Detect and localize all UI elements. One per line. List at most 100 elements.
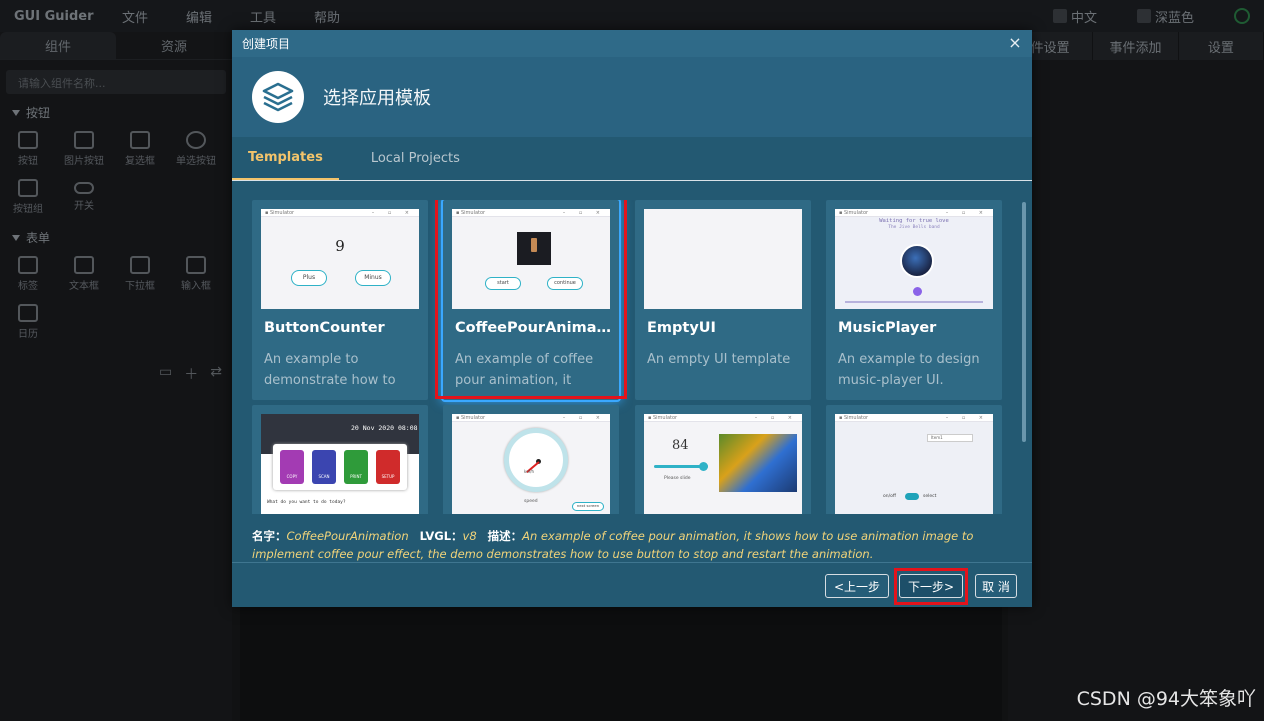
widget-label-text: 文本框 bbox=[69, 281, 99, 292]
widget-calendar[interactable]: 日历 bbox=[0, 298, 56, 346]
template-name: MusicPlayer bbox=[838, 320, 937, 336]
widget-radio[interactable]: 单选按钮 bbox=[168, 125, 224, 173]
theme-switch[interactable]: 深蓝色 bbox=[1136, 7, 1194, 26]
radio-icon bbox=[186, 131, 206, 149]
group-title-label: 按钮 bbox=[26, 106, 51, 120]
gauge-unit: km/h bbox=[524, 469, 535, 474]
tile-print: PRINT bbox=[344, 450, 368, 484]
group-buttons[interactable]: 按钮 bbox=[12, 104, 232, 121]
prev-button[interactable]: <上一步 bbox=[825, 574, 889, 598]
language-icon bbox=[1052, 9, 1067, 23]
widget-label[interactable]: 标签 bbox=[0, 250, 56, 298]
template-grid: ▪ Simulator – ▫ × 9 Plus Minus ButtonCoun… bbox=[244, 200, 1020, 514]
input-icon bbox=[186, 256, 206, 274]
slider-caption: Please slide bbox=[664, 476, 691, 481]
menu-edit[interactable]: 编辑 bbox=[186, 7, 212, 26]
label-icon bbox=[18, 256, 38, 274]
slider-knob bbox=[699, 462, 708, 471]
template-card-emptyui[interactable]: EmptyUI An empty UI template bbox=[635, 200, 811, 400]
name-label: 名字： bbox=[252, 529, 287, 543]
template-card-slider[interactable]: ▪ Simulator – ▫ × 84 Please slide bbox=[635, 405, 811, 514]
template-card-printer[interactable]: 20 Nov 2020 08:08 COPY SCAN PRINT SETUP … bbox=[252, 405, 428, 514]
close-icon[interactable]: × bbox=[1006, 34, 1024, 52]
collapse-icon bbox=[12, 109, 20, 116]
widget-dropdown[interactable]: 下拉框 bbox=[112, 250, 168, 298]
menu-tools[interactable]: 工具 bbox=[250, 7, 276, 26]
tab-resources[interactable]: 资源 bbox=[116, 32, 232, 60]
switch-toggle bbox=[905, 493, 919, 500]
checkbox-icon bbox=[130, 131, 150, 149]
coffee-cup-image bbox=[517, 232, 551, 265]
slider-value: 84 bbox=[672, 438, 689, 453]
folder-icon[interactable]: ▭ bbox=[159, 364, 172, 384]
dialog-title: 创建项目 bbox=[242, 37, 291, 51]
template-description: An example of coffee pour animation, it bbox=[455, 352, 594, 388]
image-button-icon bbox=[74, 131, 94, 149]
tab-templates[interactable]: Templates bbox=[232, 137, 339, 180]
template-name: ButtonCounter bbox=[264, 320, 385, 336]
template-thumbnail: ▪ Simulator – ▫ × Waiting for true love T… bbox=[835, 209, 993, 309]
widget-input[interactable]: 输入框 bbox=[168, 250, 224, 298]
template-thumbnail: 20 Nov 2020 08:08 COPY SCAN PRINT SETUP … bbox=[261, 414, 419, 514]
widget-button-group[interactable]: 按钮组 bbox=[0, 173, 56, 221]
gauge-caption: speed bbox=[524, 499, 538, 504]
template-card-speedometer[interactable]: ▪ Simulator – ▫ × km/h speed next screen bbox=[443, 405, 619, 514]
plus-button: Plus bbox=[291, 270, 327, 286]
template-card-buttoncounter[interactable]: ▪ Simulator – ▫ × 9 Plus Minus ButtonCoun… bbox=[252, 200, 428, 400]
template-card-coffeepour[interactable]: ▪ Simulator – ▫ × start continue CoffeePo… bbox=[443, 200, 619, 400]
globe-icon[interactable] bbox=[1234, 8, 1250, 24]
calendar-icon bbox=[18, 304, 38, 322]
gauge: km/h bbox=[504, 428, 568, 492]
sim-titlebar: ▪ Simulator – ▫ × bbox=[835, 209, 993, 217]
widget-label: 按钮 bbox=[18, 156, 38, 167]
add-icon[interactable]: ＋ bbox=[184, 364, 198, 384]
watermark: CSDN @94大笨象吖 bbox=[1076, 688, 1256, 710]
refresh-icon[interactable]: ⇄ bbox=[210, 364, 222, 384]
app-brand: GUI Guider bbox=[14, 8, 94, 24]
widget-button[interactable]: 按钮 bbox=[0, 125, 56, 173]
desc-label: 描述： bbox=[487, 529, 523, 543]
widget-label: 单选按钮 bbox=[176, 156, 216, 167]
switch-label-right: select bbox=[923, 494, 937, 499]
template-thumbnail: ▪ Simulator – ▫ × km/h speed next screen bbox=[452, 414, 610, 514]
tab-widgets[interactable]: 组件 bbox=[0, 32, 116, 60]
widget-checkbox[interactable]: 复选框 bbox=[112, 125, 168, 173]
template-thumbnail bbox=[644, 209, 802, 309]
template-thumbnail: ▪ Simulator – ▫ × 84 Please slide bbox=[644, 414, 802, 514]
widget-textarea[interactable]: 文本框 bbox=[56, 250, 112, 298]
widget-switch[interactable]: 开关 bbox=[56, 173, 112, 221]
tab-events[interactable]: 事件添加 bbox=[1093, 32, 1179, 60]
widget-image-button[interactable]: 图片按钮 bbox=[56, 125, 112, 173]
continue-button: continue bbox=[547, 277, 583, 290]
dialog-titlebar: 创建项目 bbox=[232, 30, 1032, 57]
language-label: 中文 bbox=[1070, 10, 1097, 26]
textarea-icon bbox=[74, 256, 94, 274]
group-forms[interactable]: 表单 bbox=[12, 229, 232, 246]
minus-button: Minus bbox=[355, 270, 391, 286]
widget-search-input[interactable]: 请输入组件名称... bbox=[6, 70, 226, 94]
language-switch[interactable]: 中文 bbox=[1052, 7, 1097, 26]
tile-setup: SETUP bbox=[376, 450, 400, 484]
widget-label-text: 日历 bbox=[18, 329, 38, 340]
sim-titlebar: ▪ Simulator – ▫ × bbox=[452, 209, 610, 217]
parrot-image bbox=[719, 434, 797, 492]
tab-settings[interactable]: 设置 bbox=[1178, 32, 1264, 60]
cancel-button[interactable]: 取 消 bbox=[975, 574, 1017, 598]
next-screen-button: next screen bbox=[572, 502, 604, 511]
menu-help[interactable]: 帮助 bbox=[314, 7, 340, 26]
create-project-dialog: 创建项目 × 选择应用模板 Templates Local Projects ▪… bbox=[232, 30, 1032, 607]
grid-scrollbar[interactable] bbox=[1022, 202, 1026, 442]
template-card-switch[interactable]: ▪ Simulator – ▫ × Item1 on/off select bbox=[826, 405, 1002, 514]
right-panel: 件设置 事件添加 设置 bbox=[1008, 32, 1264, 721]
template-name: CoffeePourAnimat... bbox=[455, 320, 613, 336]
button-icon bbox=[18, 131, 38, 149]
play-icon bbox=[913, 287, 922, 296]
printer-date: 20 Nov 2020 08:08 bbox=[351, 424, 418, 432]
template-description: An example to demonstrate how to bbox=[264, 352, 396, 388]
song-artist: The Jive Bells band bbox=[888, 225, 940, 230]
tab-local-projects[interactable]: Local Projects bbox=[355, 137, 476, 180]
menu-file[interactable]: 文件 bbox=[122, 7, 148, 26]
template-name: EmptyUI bbox=[647, 320, 716, 336]
template-card-musicplayer[interactable]: ▪ Simulator – ▫ × Waiting for true love T… bbox=[826, 200, 1002, 400]
collapse-icon bbox=[12, 234, 20, 241]
